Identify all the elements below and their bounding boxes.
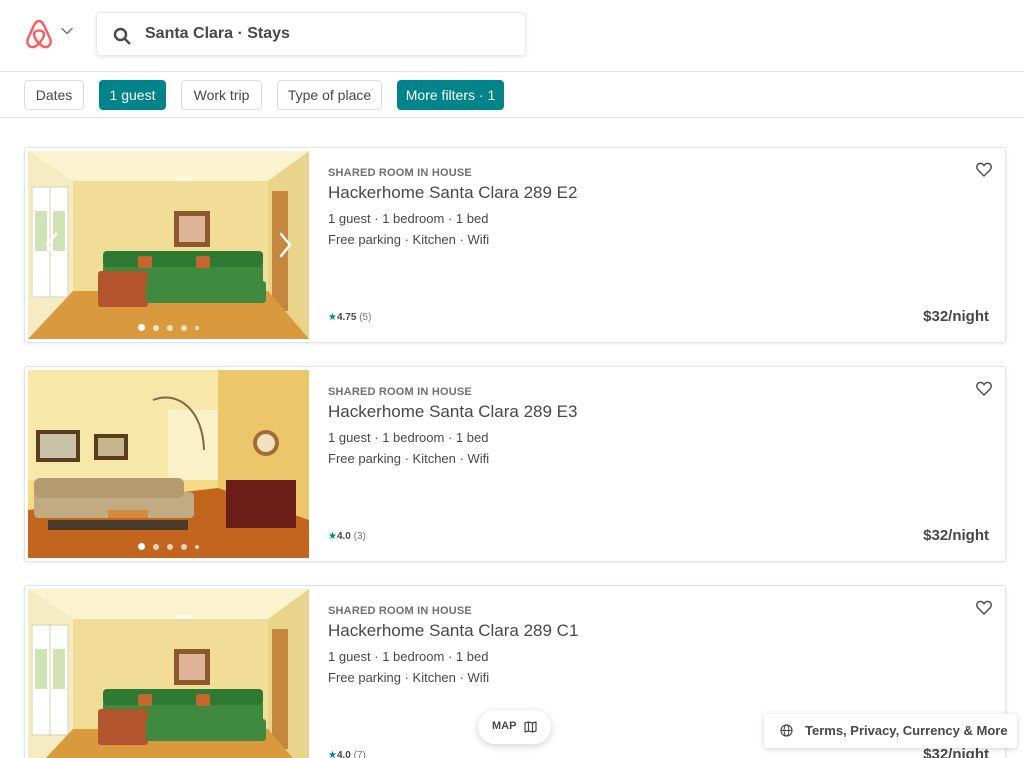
listing-title[interactable]: Hackerhome Santa Clara 289 C1 — [328, 621, 578, 641]
listing-photo[interactable] — [28, 589, 309, 758]
star-icon: ★ — [328, 312, 337, 323]
listing-rating: ★4.75 (5) — [328, 312, 372, 323]
heart-icon[interactable] — [976, 600, 992, 615]
listing-price: $32/night — [923, 527, 989, 544]
listing-amenities: Free parking · Kitchen · Wifi — [328, 670, 490, 685]
filter-dates-button[interactable]: Dates — [24, 80, 84, 110]
previous-photo-arrow-icon[interactable] — [42, 231, 62, 259]
listing-details: 1 guest · 1 bedroom · 1 bed — [328, 430, 489, 445]
filter-more-filters-button[interactable]: More filters · 1 — [397, 80, 504, 110]
listing-details: 1 guest · 1 bedroom · 1 bed — [328, 649, 489, 664]
living-room-green-sofa-photo — [28, 151, 309, 339]
map-button[interactable]: MAP — [478, 710, 551, 744]
photo-pagination-dots — [28, 324, 309, 331]
map-button-label: MAP — [492, 720, 517, 732]
photo-pagination-dots — [28, 543, 309, 550]
chevron-down-icon[interactable] — [61, 27, 73, 35]
listing-photo[interactable] — [28, 151, 309, 339]
top-header: Santa Clara · Stays — [0, 0, 1024, 72]
listing-type: SHARED ROOM IN HOUSE — [328, 167, 472, 179]
star-icon: ★ — [328, 750, 337, 758]
listing-amenities: Free parking · Kitchen · Wifi — [328, 451, 490, 466]
heart-icon[interactable] — [976, 162, 992, 177]
listing-card[interactable]: SHARED ROOM IN HOUSE Hackerhome Santa Cl… — [24, 366, 1006, 562]
listing-rating: ★4.0 (3) — [328, 531, 366, 542]
living-room-beige-sofa-photo — [28, 370, 309, 558]
airbnb-logo-icon[interactable] — [24, 18, 54, 50]
listing-card[interactable]: SHARED ROOM IN HOUSE Hackerhome Santa Cl… — [24, 147, 1006, 343]
map-icon — [524, 721, 537, 733]
listing-title[interactable]: Hackerhome Santa Clara 289 E3 — [328, 402, 577, 422]
listing-details: 1 guest · 1 bedroom · 1 bed — [328, 211, 489, 226]
listing-rating: ★4.0 (7) — [328, 750, 366, 758]
living-room-green-sofa-photo — [28, 589, 309, 758]
listing-title[interactable]: Hackerhome Santa Clara 289 E2 — [328, 183, 577, 203]
footer-links-label: Terms, Privacy, Currency & More — [805, 723, 1008, 738]
footer-links-button[interactable]: Terms, Privacy, Currency & More — [764, 714, 1017, 748]
filter-bar: Dates 1 guest Work trip Type of place Mo… — [0, 72, 1024, 118]
filter-guests-button[interactable]: 1 guest — [99, 80, 166, 110]
listing-photo[interactable] — [28, 370, 309, 558]
heart-icon[interactable] — [976, 381, 992, 396]
star-icon: ★ — [328, 531, 337, 542]
search-input[interactable]: Santa Clara · Stays — [145, 25, 290, 43]
listing-type: SHARED ROOM IN HOUSE — [328, 386, 472, 398]
filter-type-of-place-button[interactable]: Type of place — [277, 80, 382, 110]
filter-work-trip-button[interactable]: Work trip — [181, 80, 262, 110]
search-icon — [113, 27, 131, 45]
next-photo-arrow-icon[interactable] — [275, 231, 295, 259]
listing-price: $32/night — [923, 308, 989, 325]
globe-icon — [780, 724, 793, 737]
search-bar[interactable]: Santa Clara · Stays — [96, 12, 526, 56]
listing-type: SHARED ROOM IN HOUSE — [328, 605, 472, 617]
listing-amenities: Free parking · Kitchen · Wifi — [328, 232, 490, 247]
